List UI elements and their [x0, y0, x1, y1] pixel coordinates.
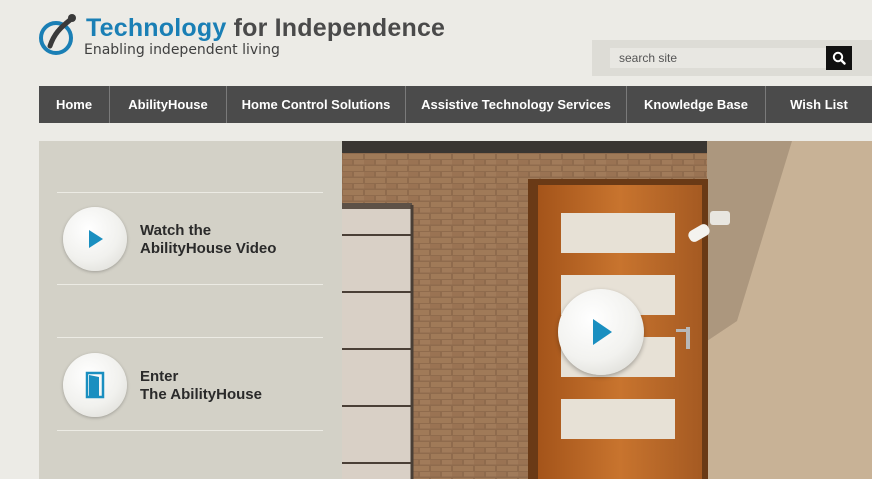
site-title-independence: for Independence [233, 14, 446, 42]
watch-video-line2: AbilityHouse Video [140, 240, 277, 257]
search-button[interactable] [826, 46, 852, 70]
play-icon [89, 230, 103, 248]
site-tagline: Enabling independent living [84, 42, 280, 58]
search-icon [832, 51, 846, 65]
nav-wish-list[interactable]: Wish List [766, 86, 872, 123]
site-title: Technology for Independence [86, 14, 445, 43]
nav-abilityhouse[interactable]: AbilityHouse [110, 86, 227, 123]
enter-line1: Enter [140, 368, 179, 385]
site-logo[interactable]: Technology for Independence Enabling ind… [36, 8, 476, 64]
enter-abilityhouse-button[interactable] [63, 353, 127, 417]
divider [57, 337, 323, 338]
divider [57, 284, 323, 285]
search-input[interactable] [610, 48, 827, 68]
hero-image [342, 141, 872, 479]
enter-abilityhouse-link[interactable]: Enter The AbilityHouse [140, 368, 262, 404]
nav-knowledge-base[interactable]: Knowledge Base [627, 86, 766, 123]
watch-video-link[interactable]: Watch the AbilityHouse Video [140, 222, 276, 258]
site-title-technology: Technology [86, 14, 227, 42]
enter-line2: The AbilityHouse [140, 386, 262, 403]
watch-video-button[interactable] [63, 207, 127, 271]
feature-panel: Watch the AbilityHouse Video Enter The A… [39, 141, 342, 479]
nav-assistive-technology-services[interactable]: Assistive Technology Services [406, 86, 627, 123]
logo-mark-icon [39, 14, 76, 55]
play-icon [593, 319, 612, 345]
divider [57, 430, 323, 431]
search-bar [592, 40, 872, 76]
main-nav: Home AbilityHouse Home Control Solutions… [39, 86, 872, 123]
nav-home-control-solutions[interactable]: Home Control Solutions [227, 86, 406, 123]
hero-play-button[interactable] [558, 289, 644, 375]
divider [57, 192, 323, 193]
door-icon [85, 371, 105, 399]
nav-home[interactable]: Home [39, 86, 110, 123]
watch-video-line1: Watch the [140, 222, 212, 239]
